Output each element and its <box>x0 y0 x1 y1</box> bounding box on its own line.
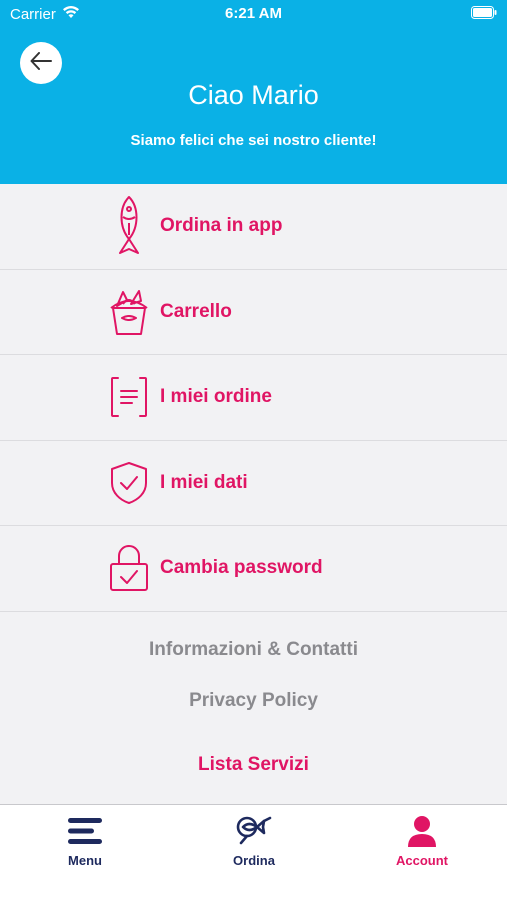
status-time: 6:21 AM <box>225 5 282 22</box>
shield-check-icon <box>106 452 152 514</box>
page-title: Ciao Mario <box>188 80 319 110</box>
fish-bucket-icon <box>106 281 152 343</box>
menu-item-label: Carrello <box>160 300 232 322</box>
tab-label: Account <box>396 853 448 868</box>
fish-search-icon <box>194 813 314 849</box>
menu-item-label: I miei ordine <box>160 386 272 408</box>
tab-account[interactable]: Account <box>362 813 482 868</box>
menu-item-label: Cambia password <box>160 557 323 579</box>
document-icon <box>106 366 152 428</box>
menu-item-label: I miei dati <box>160 471 248 493</box>
hamburger-icon <box>25 813 145 849</box>
arrow-left-icon <box>30 51 52 75</box>
menu-item-my-orders[interactable]: I miei ordine <box>0 355 507 441</box>
info-contacts-link[interactable]: Informazioni & Contatti <box>0 639 507 661</box>
header: Carrier 6:21 AM Ciao Mario Siamo felici … <box>0 0 507 184</box>
tab-order[interactable]: Ordina <box>194 813 314 868</box>
tab-label: Ordina <box>233 853 275 868</box>
menu-item-cart[interactable]: Carrello <box>0 270 507 355</box>
menu-item-my-data[interactable]: I miei dati <box>0 441 507 526</box>
menu-item-change-password[interactable]: Cambia password <box>0 526 507 612</box>
services-list-link[interactable]: Lista Servizi <box>0 754 507 776</box>
account-menu: Ordina in app Carrello I miei ordine I m… <box>0 184 507 612</box>
tab-menu[interactable]: Menu <box>25 813 145 868</box>
status-bar: Carrier 6:21 AM <box>0 0 507 28</box>
person-icon <box>362 813 482 849</box>
fish-icon <box>106 195 152 257</box>
tab-label: Menu <box>68 853 102 868</box>
battery-icon <box>471 6 497 23</box>
lock-check-icon <box>106 537 152 599</box>
menu-item-label: Ordina in app <box>160 215 283 237</box>
tab-bar: Menu Ordina Account <box>0 804 507 900</box>
menu-item-order-in-app[interactable]: Ordina in app <box>0 184 507 270</box>
back-button[interactable] <box>20 42 62 84</box>
privacy-policy-link[interactable]: Privacy Policy <box>0 690 507 712</box>
page-subtitle: Siamo felici che sei nostro cliente! <box>130 132 377 149</box>
